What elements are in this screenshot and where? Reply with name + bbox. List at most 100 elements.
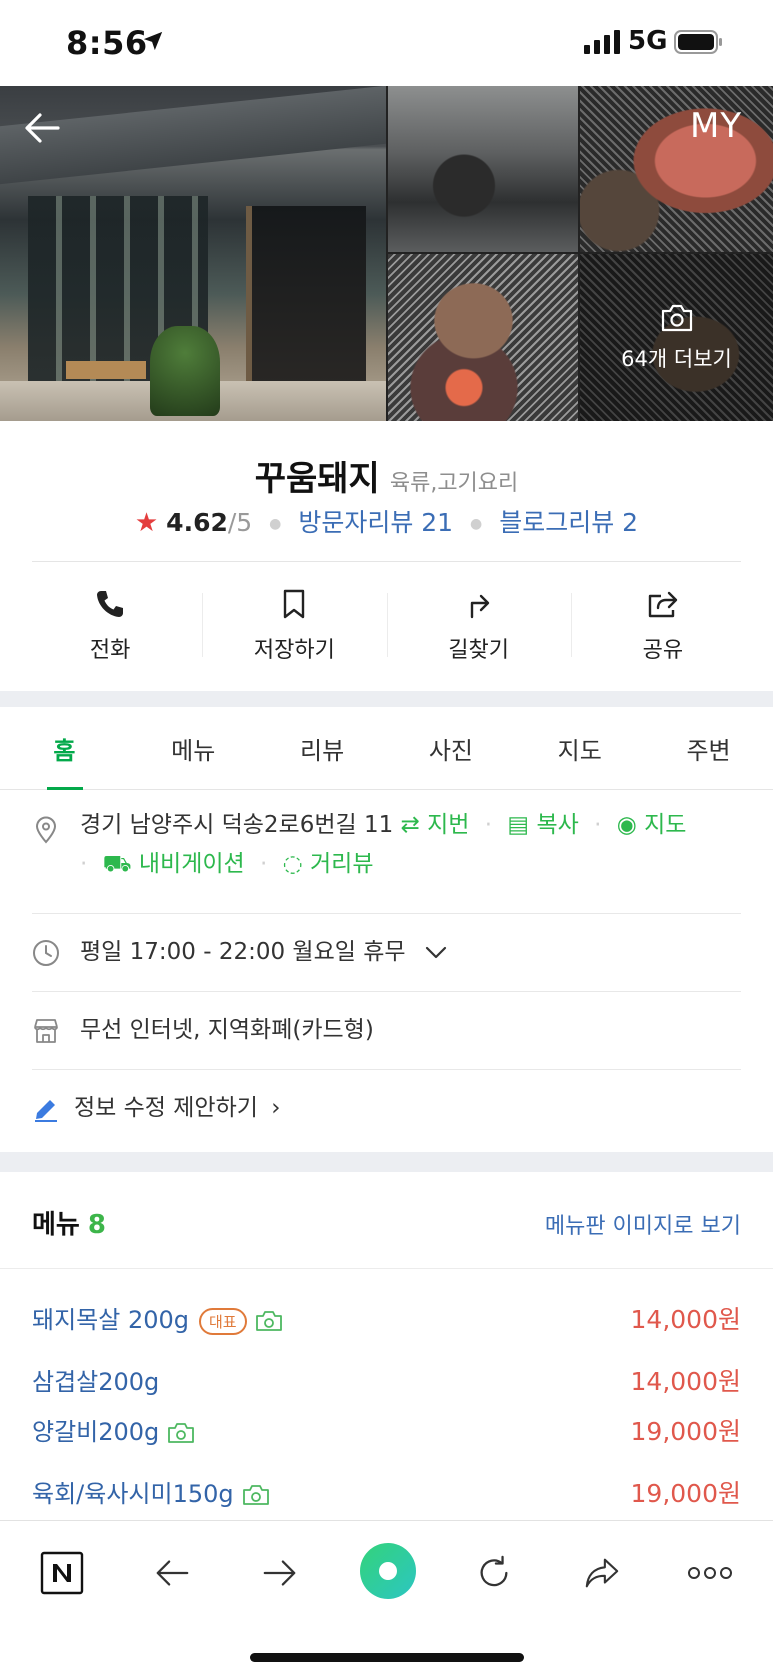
camera-icon (661, 304, 692, 331)
street-view-link[interactable]: ◌ 거리뷰 (283, 851, 374, 877)
street-view-label: 거리뷰 (310, 851, 374, 877)
back-button[interactable] (144, 1545, 200, 1601)
my-button[interactable]: MY (690, 106, 742, 146)
menu-item-price: 14,000원 (630, 1305, 741, 1334)
back-arrow-icon[interactable] (22, 108, 62, 148)
place-header: 꾸움돼지 육류,고기요리 ★ 4.62/5 ● 방문자리뷰 21 ● 블로그리뷰 … (0, 421, 773, 691)
directions-icon (470, 594, 489, 619)
copy-address-link[interactable]: ▤ 복사 (507, 812, 578, 838)
separator-dot: · (260, 851, 268, 877)
menu-heading: 메뉴 8 (32, 1204, 106, 1241)
grill-photo[interactable] (388, 254, 578, 421)
rating-row: ★ 4.62/5 ● 방문자리뷰 21 ● 블로그리뷰 2 (0, 503, 773, 539)
menu-item-name: 삼겹살200g (32, 1368, 160, 1396)
more-dots-icon (688, 1567, 732, 1579)
title-row: 꾸움돼지 육류,고기요리 (0, 451, 773, 500)
navigation-link[interactable]: ⛟ 내비게이션 (103, 851, 245, 877)
action-label: 저장하기 (253, 638, 335, 663)
more-photos-label: 64개 더보기 (621, 346, 732, 371)
share-button[interactable]: 공유 (570, 571, 755, 681)
tab-menu[interactable]: 메뉴 (129, 707, 258, 789)
browser-toolbar (0, 1520, 773, 1672)
info-section: 경기 남양주시 덕송2로6번길 11 ⇄ 지번 · ▤ 복사 · ◉ 지도 · … (32, 790, 741, 1156)
view-menu-board-link[interactable]: 메뉴판 이미지로 보기 (545, 1208, 741, 1240)
hours-row[interactable]: 평일 17:00 - 22:00 월요일 휴무 (32, 914, 741, 992)
separator-dot: · (484, 812, 493, 838)
tab-reviews[interactable]: 리뷰 (258, 707, 387, 789)
map-link[interactable]: ◉ 지도 (617, 812, 687, 838)
menu-item[interactable]: 양갈비200g 19,000원 (32, 1412, 741, 1452)
share-icon (648, 591, 678, 618)
menu-item[interactable]: 육회/육사시미150g 19,000원 (32, 1474, 741, 1514)
section-gap (0, 691, 773, 707)
status-time: 8:56 (66, 24, 148, 62)
address-text: 경기 남양주시 덕송2로6번길 11 (80, 812, 394, 838)
action-label: 전화 (89, 638, 131, 663)
chevron-right-icon: › (271, 1095, 281, 1121)
blog-reviews-link[interactable]: 블로그리뷰 2 (499, 508, 638, 537)
camera-icon (168, 1423, 195, 1443)
tab-nearby[interactable]: 주변 (644, 707, 773, 789)
tab-bar: 홈 메뉴 리뷰 사진 지도 주변 (0, 707, 773, 790)
action-label: 공유 (642, 638, 684, 663)
forward-button[interactable] (252, 1545, 308, 1601)
rating-max: /5 (227, 508, 253, 537)
navigation-label: 내비게이션 (138, 851, 245, 877)
menu-item-name: 육회/육사시미150g (32, 1480, 234, 1508)
visitor-reviews-link[interactable]: 방문자리뷰 21 (298, 508, 453, 537)
tab-photos[interactable]: 사진 (386, 707, 515, 789)
menu-section: 메뉴 8 메뉴판 이미지로 보기 돼지목살 200g 대표 14,000원 삼겹살2… (0, 1172, 773, 1522)
map-label: 지도 (644, 812, 687, 838)
call-button[interactable]: 전화 (18, 571, 202, 681)
status-bar: 8:56 5G (0, 0, 773, 86)
refresh-button[interactable] (466, 1545, 522, 1601)
menu-item-name: 돼지목살 200g (32, 1306, 189, 1334)
camera-icon (255, 1311, 282, 1331)
battery-icon (674, 30, 722, 54)
more-options-button[interactable] (682, 1545, 738, 1601)
signal-icon (584, 30, 620, 54)
share-arrow-icon (585, 1558, 619, 1588)
bookmark-icon (284, 589, 305, 619)
home-indicator (250, 1653, 524, 1662)
lot-number-label: 지번 (427, 812, 470, 838)
green-dot-button[interactable] (358, 1541, 418, 1601)
suggest-edit-row[interactable]: 정보 수정 제안하기 › (32, 1070, 741, 1148)
lot-number-link[interactable]: ⇄ 지번 (401, 812, 470, 838)
rating-value: 4.62 (166, 508, 228, 537)
separator-dot: ● (470, 516, 483, 532)
save-button[interactable]: 저장하기 (202, 571, 386, 681)
suggest-edit-label: 정보 수정 제안하기 (74, 1095, 258, 1121)
network-label: 5G (628, 26, 668, 56)
menu-item-price: 19,000원 (630, 1479, 741, 1508)
place-name: 꾸움돼지 (254, 459, 380, 499)
store-icon (34, 1019, 58, 1043)
place-category: 육류,고기요리 (389, 471, 519, 496)
copy-label: 복사 (536, 812, 579, 838)
share-page-button[interactable] (574, 1545, 630, 1601)
grilled-meat-photo[interactable] (580, 86, 773, 252)
phone-icon (97, 591, 124, 617)
tab-home[interactable]: 홈 (0, 707, 129, 790)
menu-item[interactable]: 돼지목살 200g 대표 14,000원 (32, 1300, 741, 1340)
representative-badge: 대표 (199, 1307, 247, 1335)
action-label: 길찾기 (448, 638, 509, 663)
tab-map[interactable]: 지도 (515, 707, 644, 789)
separator-dot: · (594, 812, 602, 838)
photo-gallery: 64개 더보기 MY (0, 86, 773, 421)
pencil-icon (35, 1100, 57, 1122)
more-photos-button[interactable]: 64개 더보기 (580, 254, 773, 421)
location-arrow-icon (143, 31, 163, 51)
menu-item[interactable]: 삼겹살200g 14,000원 (32, 1362, 741, 1402)
divider (0, 1268, 773, 1269)
address-row: 경기 남양주시 덕송2로6번길 11 ⇄ 지번 · ▤ 복사 · ◉ 지도 · … (32, 790, 741, 914)
amenities-row: 무선 인터넷, 지역화폐(카드형) (32, 992, 741, 1070)
menu-item-price: 14,000원 (630, 1367, 741, 1396)
directions-button[interactable]: 길찾기 (386, 571, 571, 681)
arrow-right-icon (263, 1560, 296, 1586)
naver-home-button[interactable] (34, 1545, 90, 1601)
location-pin-icon (35, 816, 57, 844)
interior-photo[interactable] (388, 86, 578, 252)
hours-text: 평일 17:00 - 22:00 월요일 휴무 (80, 939, 406, 965)
menu-title: 메뉴 (32, 1210, 80, 1240)
